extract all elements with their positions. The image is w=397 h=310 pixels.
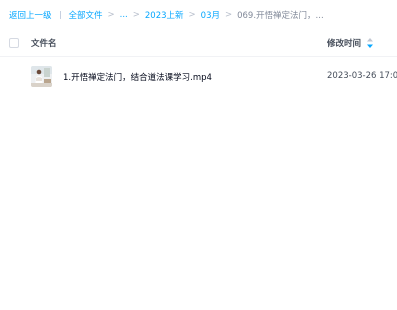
table-row[interactable]: 1.开悟禅定法门，结合道法课学习.mp4 2023-03-26 17:02 <box>0 57 397 95</box>
breadcrumb-item-2023[interactable]: 2023上新 <box>145 9 184 21</box>
breadcrumb-divider <box>59 11 61 19</box>
breadcrumb-ellipsis[interactable]: ... <box>120 10 128 20</box>
back-link[interactable]: 返回上一级 <box>9 9 52 21</box>
select-all-checkbox[interactable] <box>9 38 19 48</box>
file-name[interactable]: 1.开悟禅定法门，结合道法课学习.mp4 <box>63 71 212 83</box>
breadcrumb-item-march[interactable]: 03月 <box>201 9 220 21</box>
column-header-modified[interactable]: 修改时间 <box>327 37 374 49</box>
breadcrumb-all-files[interactable]: 全部文件 <box>69 9 103 21</box>
table-header: 文件名 修改时间 <box>0 30 397 57</box>
breadcrumb-separator: > <box>132 10 140 20</box>
breadcrumb-separator: > <box>224 10 233 20</box>
breadcrumb-separator: > <box>188 10 196 20</box>
video-thumbnail-icon[interactable] <box>31 66 52 87</box>
column-header-name[interactable]: 文件名 <box>31 37 57 49</box>
file-modified-time: 2023-03-26 17:02 <box>327 71 397 81</box>
breadcrumb-current-folder: 069.开悟禅定法门，... <box>237 11 324 21</box>
sort-descending-icon[interactable] <box>367 38 374 48</box>
breadcrumb-separator: > <box>107 10 115 20</box>
column-header-modified-label: 修改时间 <box>327 39 362 49</box>
breadcrumb: 返回上一级 全部文件 > ... > 2023上新 > 03月 > 069.开悟… <box>9 8 397 22</box>
